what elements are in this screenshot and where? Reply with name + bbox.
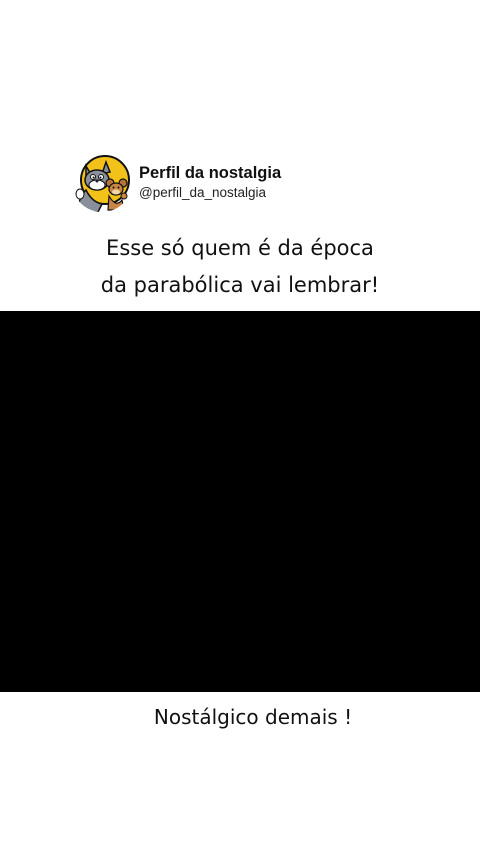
bottom-caption: Nostálgico demais ! <box>153 705 353 729</box>
video-player[interactable] <box>0 311 480 692</box>
profile-handle[interactable]: @perfil_da_nostalgia <box>139 184 281 201</box>
profile-name[interactable]: Perfil da nostalgia <box>139 163 281 183</box>
avatar[interactable] <box>72 152 132 212</box>
cartoon-cat-mouse-avatar-icon <box>72 152 132 212</box>
caption-line-2: da parabólica vai lembrar! <box>100 273 380 297</box>
caption-line-1: Esse só quem é da época <box>106 236 374 260</box>
profile-text: Perfil da nostalgia @perfil_da_nostalgia <box>139 163 281 201</box>
profile-header[interactable]: Perfil da nostalgia @perfil_da_nostalgia <box>72 152 281 212</box>
